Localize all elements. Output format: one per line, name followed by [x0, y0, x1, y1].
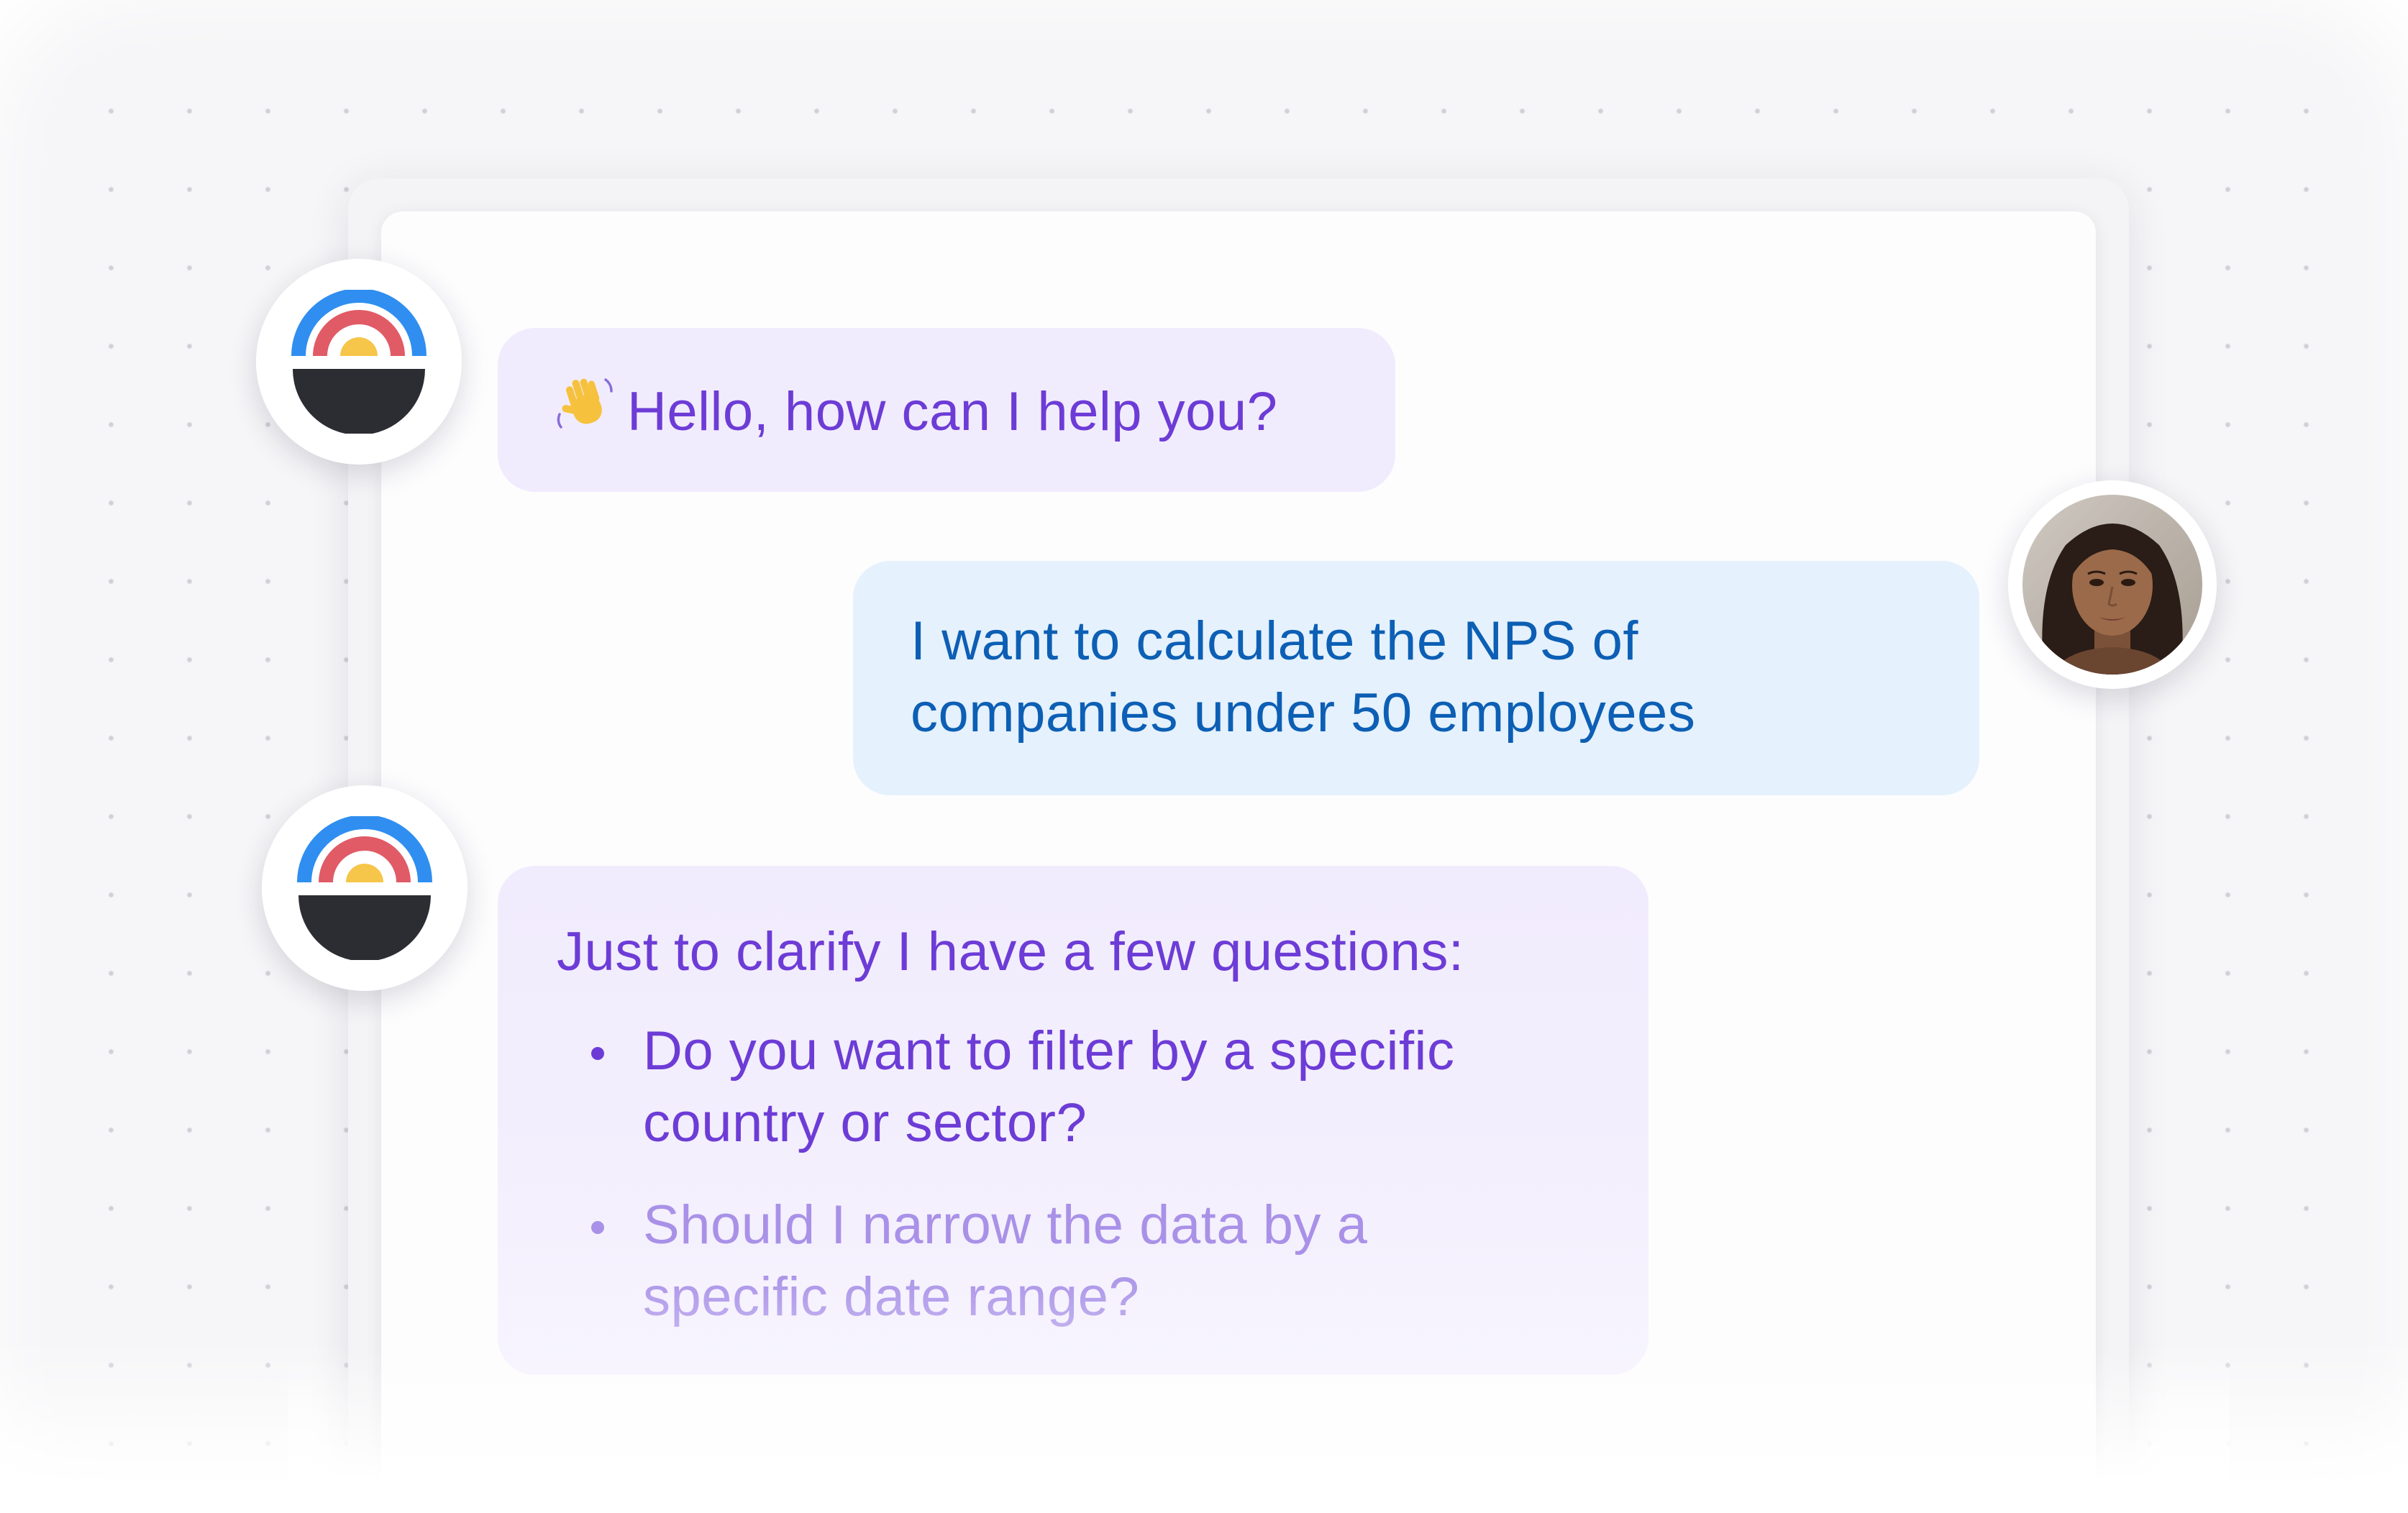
question-line: Do you want to filter by a specific	[643, 1020, 1455, 1082]
waving-hand-icon	[557, 378, 613, 429]
bot-avatar	[256, 259, 462, 465]
bullet-icon	[591, 1047, 604, 1060]
user-photo-avatar	[2022, 495, 2202, 675]
window-bottom-fade	[288, 1352, 2230, 1513]
user-message-line-2: companies under 50 employees	[911, 682, 1696, 744]
bot-avatar	[262, 785, 468, 991]
bot-message-clarification: Just to clarify I have a few questions: …	[498, 866, 1648, 1375]
greeting-text: Hello, how can I help you?	[627, 381, 1278, 442]
user-message-line-1: I want to calculate the NPS of	[911, 611, 1638, 672]
clarification-intro: Just to clarify I have a few questions:	[557, 921, 1464, 982]
question-item: Do you want to filter by a specific coun…	[557, 1015, 1648, 1159]
rainbow-sunset-logo-icon	[291, 290, 427, 434]
question-list: Do you want to filter by a specific coun…	[557, 1015, 1648, 1333]
question-line: specific date range?	[643, 1266, 1140, 1327]
question-line: country or sector?	[643, 1092, 1087, 1153]
user-avatar	[2008, 480, 2217, 689]
bot-message-greeting: Hello, how can I help you?	[498, 328, 1395, 492]
question-line: Should I narrow the data by a	[643, 1194, 1368, 1256]
rainbow-sunset-logo-icon	[297, 816, 432, 960]
user-message: I want to calculate the NPS of companies…	[853, 561, 1979, 795]
question-item: Should I narrow the data by a specific d…	[557, 1189, 1648, 1333]
bullet-icon	[591, 1221, 604, 1234]
